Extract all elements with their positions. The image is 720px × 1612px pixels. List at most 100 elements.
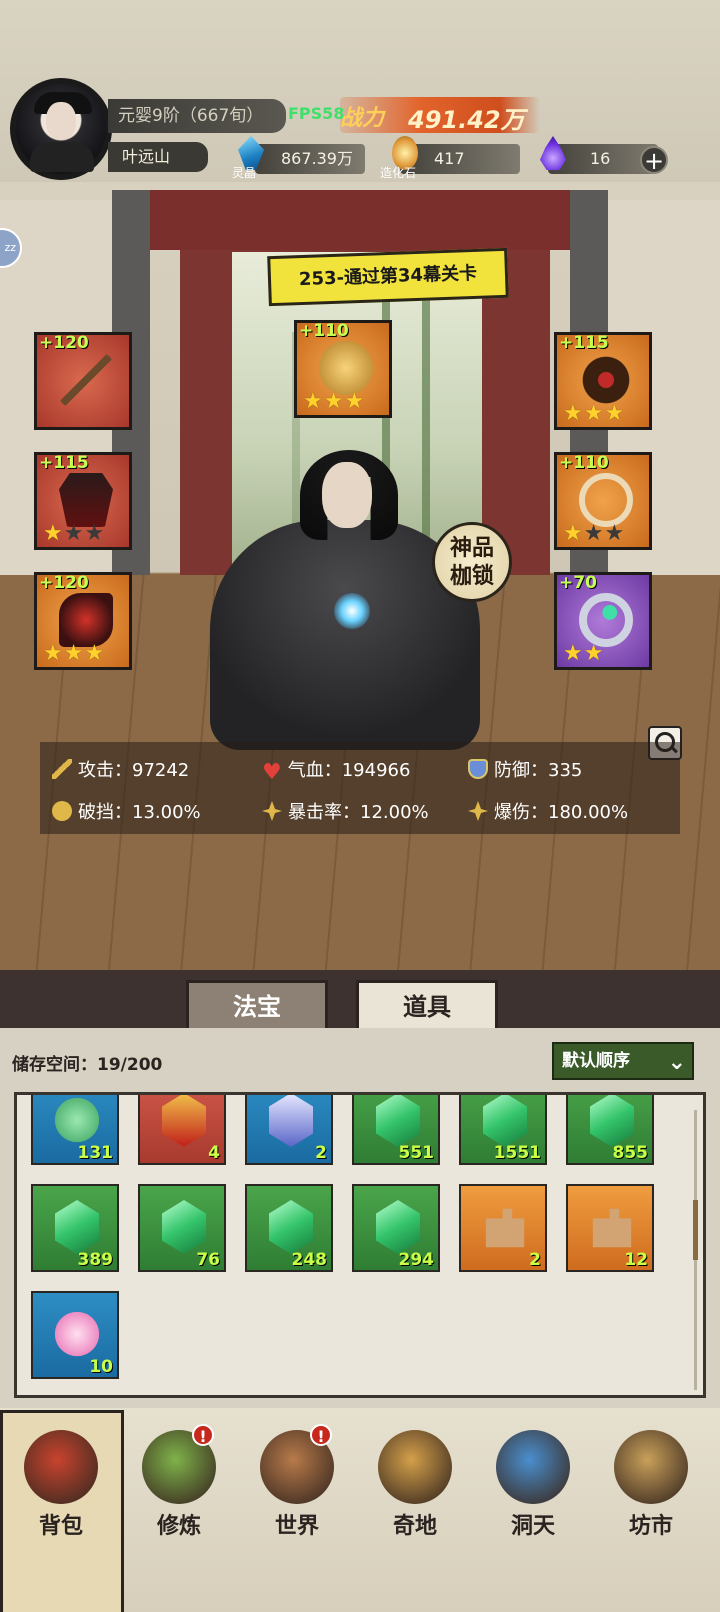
sword-icon <box>52 759 72 779</box>
inventory-item[interactable]: 248 <box>245 1184 333 1272</box>
equip-slot-boots[interactable]: +120 ★★★ <box>34 572 132 670</box>
inventory-grid[interactable]: 131 4 2 551 1551 855 389 76 248 294 2 12 10 <box>14 1092 706 1398</box>
alert-badge: ! <box>310 1424 332 1446</box>
crystal-label: 灵晶 <box>232 166 257 180</box>
equip-level: +70 <box>559 573 597 593</box>
nav-label: 修炼 <box>156 1514 201 1539</box>
boots-icon <box>59 593 113 647</box>
stat-attack-value: 攻击：97242 <box>78 760 190 781</box>
stat-defense: 防御：335 <box>468 756 582 782</box>
stat-crit-rate-value: 暴击率：12.00% <box>288 802 429 823</box>
crit-icon <box>262 801 282 821</box>
equip-level: +115 <box>39 453 89 473</box>
equip-slot-ring[interactable]: +70 ★★ <box>554 572 652 670</box>
badge-line-2: 枷锁 <box>449 564 494 589</box>
nav-item-5[interactable]: 坊市 <box>596 1420 706 1550</box>
stat-crit-damage: 爆伤：180.00% <box>468 798 628 824</box>
scrollbar-thumb[interactable] <box>693 1200 698 1260</box>
nav-item-2[interactable]: ! 世界 <box>242 1420 352 1550</box>
sort-dropdown[interactable]: 默认顺序 ⌄ <box>552 1042 694 1080</box>
inventory-item[interactable]: 76 <box>138 1184 226 1272</box>
nav-item-3[interactable]: 奇地 <box>360 1420 470 1550</box>
puzzle-piece-icon <box>592 1208 632 1248</box>
jade-gem-icon <box>376 1200 420 1254</box>
item-count: 2 <box>315 1143 327 1163</box>
item-count: 12 <box>624 1250 648 1270</box>
storage-capacity: 储存空间：19/200 <box>12 1055 163 1075</box>
inventory-item[interactable]: 294 <box>352 1184 440 1272</box>
shackle-badge[interactable]: 神品 枷锁 <box>432 522 512 602</box>
power-label: 战力 <box>340 106 385 131</box>
equip-slot-armor[interactable]: +115 ★★★ <box>34 452 132 550</box>
item-count: 551 <box>398 1143 435 1163</box>
equip-level: +115 <box>559 333 609 353</box>
nav-item-0[interactable]: 背包 <box>6 1420 116 1550</box>
equip-slot-top[interactable]: +110 ★★★ <box>294 320 392 418</box>
item-count: 76 <box>196 1250 220 1270</box>
inventory-item[interactable]: 4 <box>138 1095 226 1165</box>
stat-block-break-value: 破挡：13.00% <box>78 802 201 823</box>
equip-slot-weapon[interactable]: +120 <box>34 332 132 430</box>
nav-label: 奇地 <box>392 1514 437 1539</box>
inventory-item[interactable]: 2 <box>459 1184 547 1272</box>
inventory-item[interactable]: 2 <box>245 1095 333 1165</box>
inventory-item[interactable]: 131 <box>31 1095 119 1165</box>
tab-fabao[interactable]: 法宝 <box>186 980 328 1032</box>
portal-icon <box>496 1430 570 1504</box>
inventory-item[interactable]: 855 <box>566 1095 654 1165</box>
equip-stars: ★★★ <box>303 389 366 414</box>
item-count: 294 <box>398 1250 435 1270</box>
equip-stars: ★★★ <box>43 521 106 546</box>
item-count: 389 <box>77 1250 114 1270</box>
stone-counter: 417 <box>400 144 520 174</box>
nav-label: 洞天 <box>510 1514 555 1539</box>
character-head <box>322 462 372 528</box>
puzzle-piece-icon <box>485 1208 525 1248</box>
add-currency-button[interactable]: + <box>640 146 668 174</box>
crown-icon <box>579 353 633 407</box>
staff-icon <box>59 353 113 407</box>
player-name: 叶远山 <box>108 142 208 172</box>
realm-label: 元婴9阶（667旬） <box>108 99 286 133</box>
flower-icon <box>55 1311 99 1357</box>
avatar[interactable] <box>10 78 112 180</box>
nav-item-4[interactable]: 洞天 <box>478 1420 588 1550</box>
equip-stars: ★★★ <box>43 641 106 666</box>
armor-icon <box>59 473 113 527</box>
market-icon <box>614 1430 688 1504</box>
equip-slot-crown[interactable]: +115 ★★★ <box>554 332 652 430</box>
item-count: 2 <box>529 1250 541 1270</box>
inventory-item[interactable]: 551 <box>352 1095 440 1165</box>
jade-gem-icon <box>590 1095 634 1147</box>
nav-item-1[interactable]: ! 修炼 <box>124 1420 234 1550</box>
inventory-item[interactable]: 12 <box>566 1184 654 1272</box>
item-count: 855 <box>612 1143 649 1163</box>
equip-stars: ★★★ <box>563 521 626 546</box>
tab-daoju[interactable]: 道具 <box>356 980 498 1032</box>
bag-icon <box>24 1430 98 1504</box>
inventory-item[interactable]: 389 <box>31 1184 119 1272</box>
shield-icon <box>468 759 488 779</box>
inventory-item[interactable]: 10 <box>31 1291 119 1379</box>
alert-badge: ! <box>192 1424 214 1446</box>
break-icon <box>52 801 72 821</box>
inventory-item[interactable]: 1551 <box>459 1095 547 1165</box>
equip-level: +120 <box>39 573 89 593</box>
nav-label: 坊市 <box>628 1514 673 1539</box>
power-value: 491.42万 <box>408 106 525 134</box>
jade-gem-icon <box>269 1200 313 1254</box>
stat-hp-value: 气血：194966 <box>287 760 411 781</box>
boot-icon <box>269 1095 313 1147</box>
jade-gem-icon <box>55 1200 99 1254</box>
stone-label: 造化石 <box>380 166 417 180</box>
equip-slot-amulet[interactable]: +110 ★★★ <box>554 452 652 550</box>
item-count: 4 <box>208 1143 220 1163</box>
nav-label: 世界 <box>274 1514 319 1539</box>
fps-counter: FPS58 <box>288 104 345 123</box>
equip-level: +120 <box>39 333 89 353</box>
ring-icon <box>579 593 633 647</box>
jade-gem-icon <box>483 1095 527 1147</box>
equip-level: +110 <box>299 321 349 341</box>
stat-defense-value: 防御：335 <box>494 760 583 781</box>
quest-banner[interactable]: 253-通过第34幕关卡 <box>267 247 509 307</box>
